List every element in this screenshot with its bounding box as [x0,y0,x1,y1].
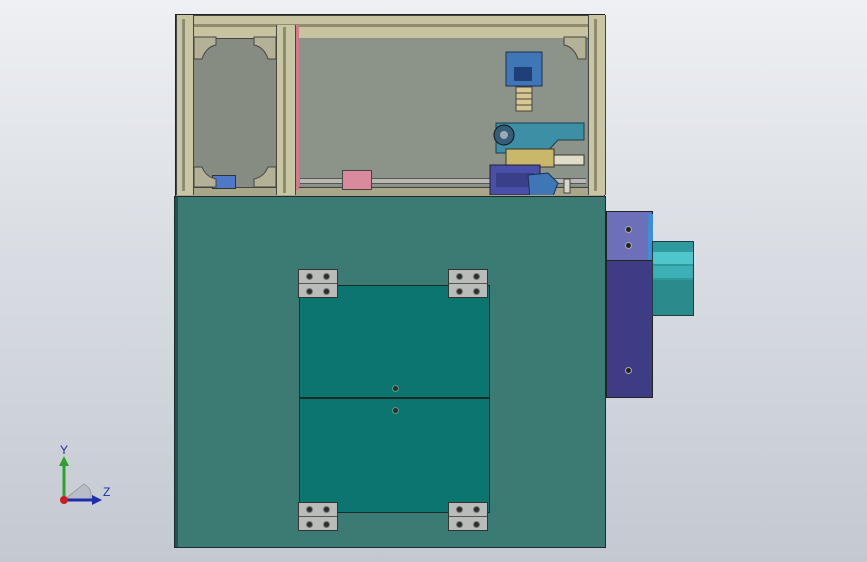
mount-bolt [625,242,632,249]
motor-bolt [625,367,632,374]
orientation-triad[interactable]: Y Z [50,440,120,510]
hinge-top-left [298,269,338,298]
lower-door-handle[interactable] [392,407,399,414]
upper-door-handle[interactable] [392,385,399,392]
y-axis-label: Y [60,443,69,457]
cylinder-band [653,252,693,264]
cabinet-shadow-edge [175,197,178,547]
side-cylinder [652,241,694,316]
upper-frame-enclosure [175,14,606,197]
side-mounting-plate [606,211,653,261]
side-motor-housing [606,260,653,398]
cylinder-band [653,280,693,315]
hinge-bottom-left [298,502,338,531]
hinge-top-right [448,269,488,298]
upper-door[interactable] [299,285,490,398]
lower-cabinet [174,196,606,548]
z-axis-label: Z [103,485,111,499]
lower-door[interactable] [299,398,490,513]
cylinder-band [653,266,693,278]
mount-bolt [625,226,632,233]
drive-mechanism [489,51,585,195]
hinge-bottom-right [448,502,488,531]
